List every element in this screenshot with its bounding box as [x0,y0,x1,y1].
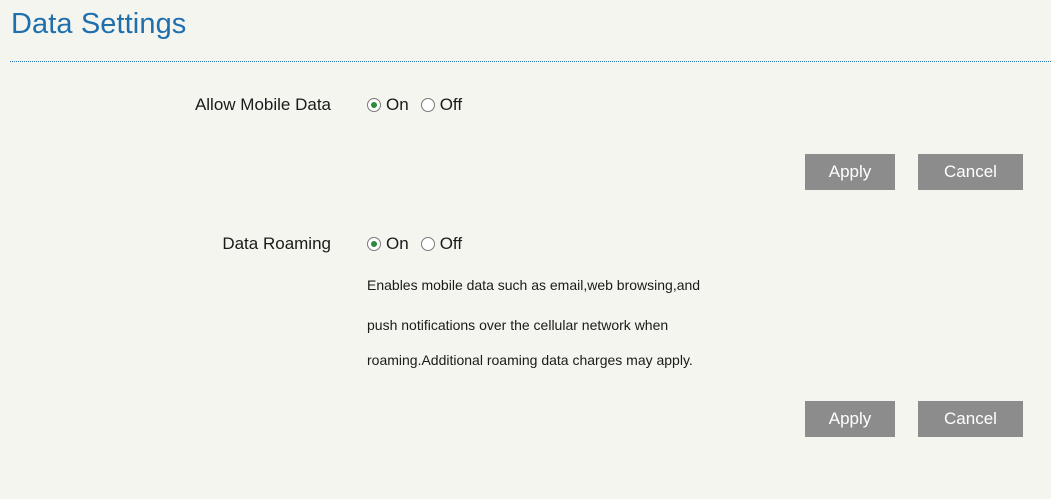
mobile-data-label: Allow Mobile Data [194,95,331,114]
data-roaming-apply-button[interactable]: Apply [805,401,895,437]
mobile-data-apply-button[interactable]: Apply [805,154,895,190]
data-roaming-on-label: On [386,234,409,253]
data-roaming-on-radio[interactable]: On [367,234,409,254]
radio-unchecked-icon[interactable] [420,237,435,251]
roaming-description-line: push notifications over the cellular net… [367,317,669,333]
mobile-data-off-label: Off [439,95,463,114]
title-divider [10,61,1051,62]
data-roaming-label: Data Roaming [222,234,331,253]
mobile-data-radio-group: On Off [367,95,474,115]
roaming-description-line: Enables mobile data such as email,web br… [367,277,701,293]
data-roaming-cancel-button[interactable]: Cancel [918,401,1023,437]
data-roaming-radio-group: On Off [367,234,474,254]
radio-checked-icon[interactable] [367,98,381,112]
radio-checked-icon[interactable] [367,237,381,251]
mobile-data-on-label: On [386,95,409,114]
mobile-data-on-radio[interactable]: On [367,95,409,115]
radio-unchecked-icon[interactable] [420,98,435,112]
page-title: Data Settings [11,8,187,40]
data-roaming-off-radio[interactable]: Off [420,234,463,254]
mobile-data-cancel-button[interactable]: Cancel [918,154,1023,190]
data-roaming-off-label: Off [439,234,463,253]
mobile-data-off-radio[interactable]: Off [420,95,463,115]
roaming-description-line: roaming.Additional roaming data charges … [367,352,693,368]
